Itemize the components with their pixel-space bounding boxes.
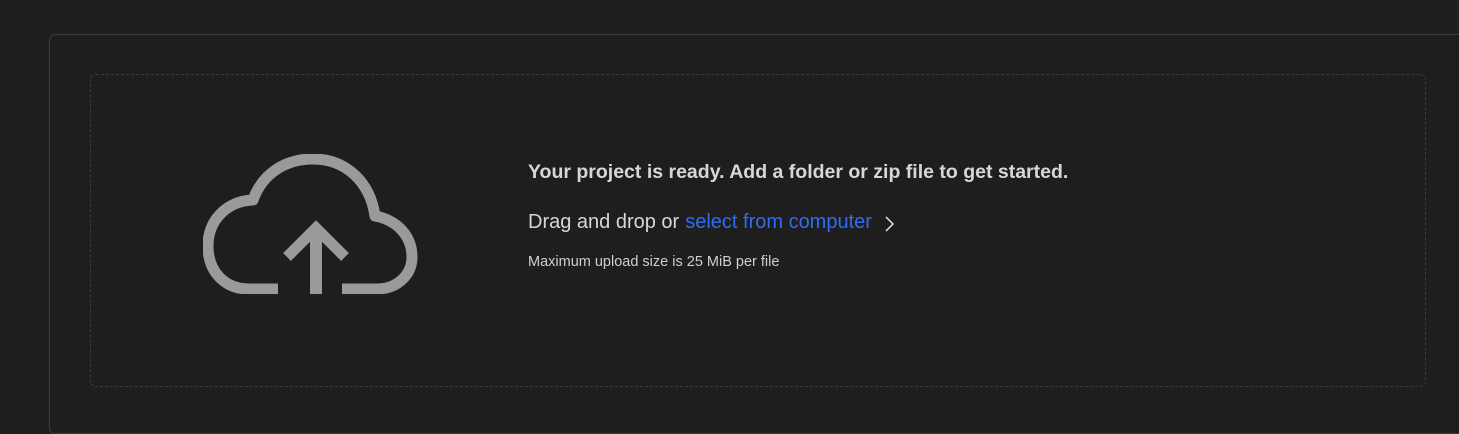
cloud-upload-icon xyxy=(202,153,418,295)
chevron-right-icon[interactable] xyxy=(880,213,898,232)
drag-drop-line: Drag and drop or select from computer xyxy=(528,208,1328,236)
drag-drop-text: Drag and drop or xyxy=(528,211,680,233)
upload-size-note: Maximum upload size is 25 MiB per file xyxy=(528,254,780,270)
select-from-computer-link[interactable]: select from computer xyxy=(685,208,872,236)
upload-headline: Your project is ready. Add a folder or z… xyxy=(528,161,1069,183)
upload-instructions: Your project is ready. Add a folder or z… xyxy=(528,158,1328,272)
